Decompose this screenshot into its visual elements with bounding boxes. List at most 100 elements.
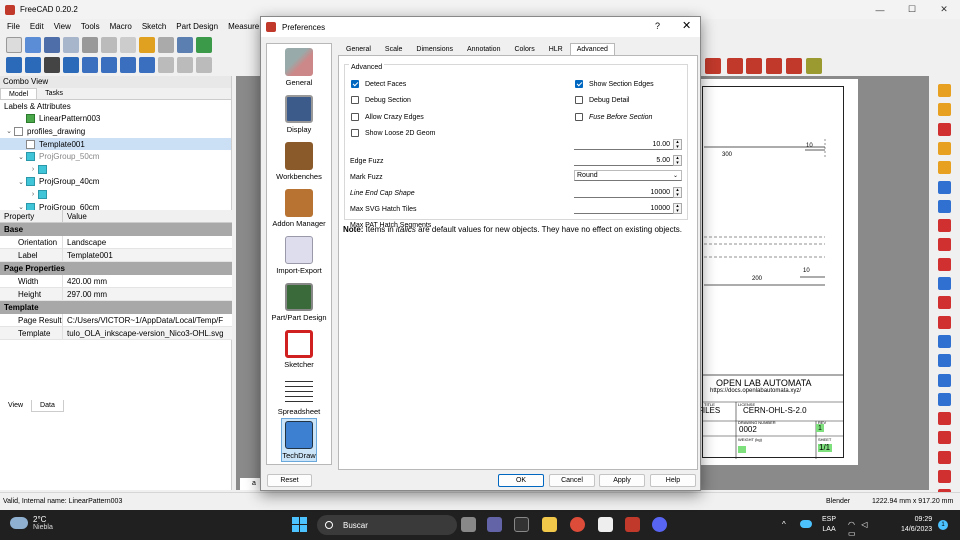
- reset-button[interactable]: Reset: [267, 474, 312, 487]
- fit-selection-icon[interactable]: [25, 57, 41, 73]
- zoom-icon[interactable]: [139, 57, 155, 73]
- prop-value[interactable]: Landscape: [63, 236, 223, 248]
- td-annotation-icon[interactable]: [705, 58, 721, 74]
- front-view-icon[interactable]: [158, 57, 174, 73]
- techdraw-tool-icon[interactable]: [938, 412, 951, 426]
- navigation-style[interactable]: Blender: [826, 498, 850, 505]
- expand-arrow-icon[interactable]: ⌄: [16, 153, 26, 161]
- close-icon[interactable]: ✕: [682, 19, 691, 32]
- teams-icon[interactable]: [487, 517, 502, 532]
- td-leader-icon[interactable]: [727, 58, 743, 74]
- tree-item[interactable]: Template001: [0, 137, 231, 151]
- right-view-icon[interactable]: [196, 57, 212, 73]
- windows-start-icon[interactable]: [292, 517, 307, 532]
- techdraw-tool-icon[interactable]: [938, 238, 951, 252]
- tree-item[interactable]: ⌄ profiles_drawing: [0, 125, 231, 138]
- macro-icon[interactable]: [177, 37, 193, 53]
- std-views-icon[interactable]: [120, 57, 136, 73]
- category-spreadsheet[interactable]: Spreadsheet: [267, 375, 331, 422]
- tab-view[interactable]: View: [0, 400, 31, 412]
- apply-button[interactable]: Apply: [599, 474, 645, 487]
- tab-tasks[interactable]: Tasks: [37, 88, 71, 99]
- isometric-view-icon[interactable]: [63, 57, 79, 73]
- techdraw-tool-icon[interactable]: [938, 334, 951, 348]
- category-techdraw[interactable]: TechDraw: [281, 418, 317, 462]
- category-import-export[interactable]: Import-Export: [267, 234, 331, 281]
- techdraw-tool-icon[interactable]: [938, 470, 951, 483]
- prop-value[interactable]: 420.00 mm: [63, 275, 223, 287]
- techdraw-tool-icon[interactable]: [938, 277, 951, 290]
- edge-fuzz-spinbox[interactable]: 10.00 ▴ ▾: [574, 139, 682, 150]
- techdraw-tool-icon[interactable]: [938, 122, 951, 136]
- category-workbenches[interactable]: Workbenches: [267, 140, 331, 187]
- open-file-icon[interactable]: [25, 37, 41, 53]
- td-richtext-icon[interactable]: [746, 58, 762, 74]
- techdraw-tool-icon[interactable]: [938, 431, 951, 445]
- paste-icon[interactable]: [120, 37, 136, 53]
- weather-widget[interactable]: 2°C Niebla: [10, 515, 53, 531]
- menu-sketch[interactable]: Sketch: [137, 22, 171, 31]
- new-file-icon[interactable]: [6, 37, 22, 53]
- cut-icon[interactable]: [82, 37, 98, 53]
- menu-macro[interactable]: Macro: [105, 22, 137, 31]
- detect-faces-checkbox[interactable]: Detect Faces: [351, 80, 406, 88]
- prop-row-orientation[interactable]: Orientation Landscape: [0, 236, 232, 249]
- fuse-before-section-checkbox[interactable]: Fuse Before Section: [575, 113, 652, 121]
- debug-section-checkbox[interactable]: Debug Section: [351, 96, 411, 104]
- debug-detail-checkbox[interactable]: Debug Detail: [575, 96, 629, 104]
- prop-value[interactable]: 297.00 mm: [63, 288, 223, 300]
- prop-value[interactable]: C:/Users/VICTOR~1/AppData/Local/Temp/Fre…: [63, 314, 223, 326]
- category-general[interactable]: General: [267, 46, 331, 93]
- prop-value[interactable]: Template001: [63, 249, 223, 261]
- tree-item[interactable]: LinearPattern003: [0, 113, 231, 126]
- back-arrow-icon[interactable]: [82, 57, 98, 73]
- task-view-icon[interactable]: [461, 517, 476, 532]
- menu-tools[interactable]: Tools: [76, 22, 105, 31]
- mark-fuzz-spinbox[interactable]: 5.00 ▴ ▾: [574, 155, 682, 166]
- prop-row-page-result[interactable]: Page Result C:/Users/VICTOR~1/AppData/Lo…: [0, 314, 232, 327]
- td-hatch-icon[interactable]: [806, 58, 822, 74]
- expand-arrow-icon[interactable]: ⌄: [4, 127, 14, 135]
- spin-arrows-icon[interactable]: ▴ ▾: [673, 187, 682, 198]
- techdraw-tool-icon[interactable]: [938, 296, 951, 310]
- notification-badge[interactable]: 1: [938, 520, 948, 530]
- line-end-cap-select[interactable]: Round ⌄: [574, 170, 682, 181]
- tree-item[interactable]: ⌄ ProjGroup_50cm: [0, 150, 231, 163]
- close-window-button[interactable]: ✕: [928, 0, 960, 19]
- prop-group-page-properties[interactable]: Page Properties: [0, 262, 232, 275]
- language-indicator[interactable]: ESP LAA: [822, 515, 836, 535]
- terminal-icon[interactable]: [514, 517, 529, 532]
- spin-arrows-icon[interactable]: ▴ ▾: [673, 203, 682, 214]
- techdraw-tool-icon[interactable]: [938, 373, 951, 387]
- file-explorer-icon[interactable]: [542, 517, 557, 532]
- techdraw-tool-icon[interactable]: [938, 354, 951, 368]
- chrome-icon[interactable]: [570, 517, 585, 532]
- menu-view[interactable]: View: [49, 22, 76, 31]
- techdraw-tool-icon[interactable]: [938, 103, 951, 117]
- prop-row-width[interactable]: Width 420.00 mm: [0, 275, 232, 288]
- menu-part-design[interactable]: Part Design: [171, 22, 223, 31]
- category-addon-manager[interactable]: Addon Manager: [267, 187, 331, 234]
- redo-icon[interactable]: [158, 37, 174, 53]
- weight-editable-field[interactable]: [738, 446, 746, 453]
- spin-arrows-icon[interactable]: ▴ ▾: [673, 155, 682, 166]
- notion-icon[interactable]: [598, 517, 613, 532]
- tab-data[interactable]: Data: [31, 400, 64, 412]
- techdraw-tool-icon[interactable]: [938, 392, 951, 406]
- techdraw-tool-icon[interactable]: [938, 180, 951, 194]
- maximize-button[interactable]: ☐: [896, 0, 928, 19]
- refresh-icon[interactable]: [196, 37, 212, 53]
- prop-row-height[interactable]: Height 297.00 mm: [0, 288, 232, 301]
- help-button[interactable]: Help: [650, 474, 696, 487]
- freecad-taskbar-icon[interactable]: [625, 517, 640, 532]
- tray-chevron-icon[interactable]: ^: [782, 520, 786, 529]
- onedrive-icon[interactable]: [800, 520, 812, 528]
- prop-row-label[interactable]: Label Template001: [0, 249, 232, 262]
- top-view-icon[interactable]: [177, 57, 193, 73]
- tree-item[interactable]: ›: [0, 163, 231, 176]
- forward-arrow-icon[interactable]: [101, 57, 117, 73]
- techdraw-tool-icon[interactable]: [938, 84, 951, 97]
- td-weld-icon[interactable]: [786, 58, 802, 74]
- prop-group-template[interactable]: Template: [0, 301, 232, 314]
- category-part-design[interactable]: Part/Part Design: [267, 281, 331, 328]
